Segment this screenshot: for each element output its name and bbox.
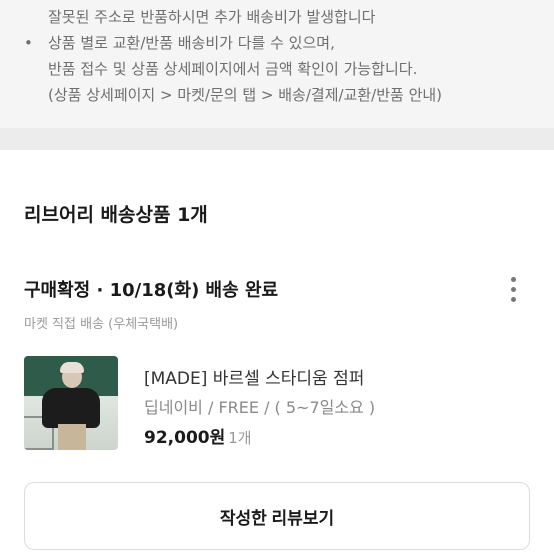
product-price-row: 92,000원 1개 [144, 423, 252, 448]
notice-line: 잘못된 주소로 반품하시면 추가 배송비가 발생합니다 [48, 8, 376, 26]
bullet-icon: • [24, 34, 33, 52]
notice-line: (상품 상세페이지 > 마켓/문의 탭 > 배송/결제/교환/반품 안내) [48, 86, 443, 104]
order-status: 구매확정 · 10/18(화) 배송 완료 [24, 280, 279, 301]
product-name[interactable]: [MADE] 바르셀 스타디움 점퍼 [144, 364, 364, 389]
shipping-method: 마켓 직접 배송 (우체국택배) [24, 317, 179, 332]
return-notice: 잘못된 주소로 반품하시면 추가 배송비가 발생합니다 • 상품 별로 교환/반품… [0, 0, 554, 128]
view-review-button[interactable]: 작성한 리뷰보기 [24, 482, 530, 550]
product-price: 92,000원 [144, 428, 226, 448]
notice-text: 상품 별로 교환/반품 배송비가 다를 수 있으며, [48, 34, 335, 52]
section-title: 리브어리 배송상품 1개 [24, 204, 208, 226]
notice-line: • 상품 별로 교환/반품 배송비가 다를 수 있으며, [24, 30, 530, 56]
section-divider [0, 128, 554, 150]
product-quantity: 1개 [228, 429, 252, 447]
product-thumbnail[interactable] [24, 356, 118, 450]
product-option: 딥네이비 / FREE / ( 5~7일소요 ) [144, 398, 376, 417]
more-vertical-icon[interactable] [498, 270, 528, 308]
notice-line: 반품 접수 및 상품 상세페이지에서 금액 확인이 가능합니다. [48, 60, 418, 78]
